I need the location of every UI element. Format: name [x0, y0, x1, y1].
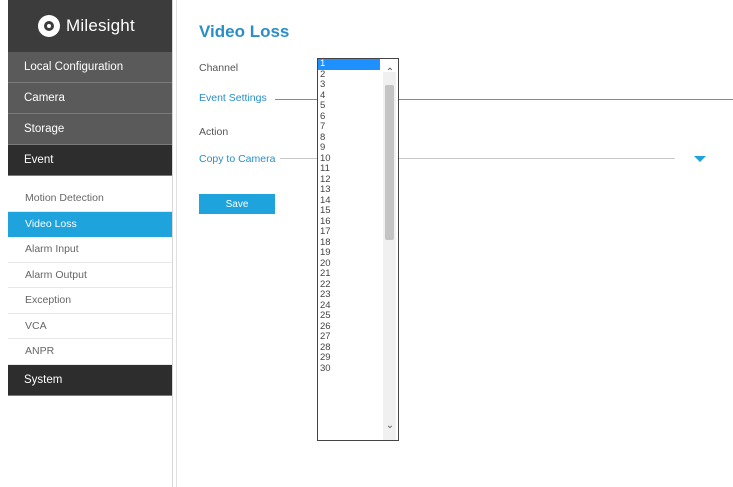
milesight-logo-icon [38, 15, 60, 37]
scroll-up-icon[interactable]: ⌃ [383, 67, 397, 79]
scroll-down-icon[interactable]: ⌄ [383, 420, 397, 432]
sidebar-subitem-alarm-input[interactable]: Alarm Input [8, 237, 172, 263]
sidebar-item-local-configuration[interactable]: Local Configuration [8, 52, 172, 83]
channel-option[interactable]: 1 [318, 59, 380, 70]
channel-label: Channel [199, 62, 239, 74]
brand-logo: Milesight [8, 0, 172, 52]
page-title: Video Loss [199, 22, 290, 41]
dropdown-scrollbar-thumb[interactable] [385, 85, 394, 240]
expand-triangle-icon[interactable] [694, 156, 706, 162]
brand-name: Milesight [66, 16, 135, 35]
sidebar-item-event[interactable]: Event [8, 145, 172, 176]
action-label: Action [199, 126, 229, 138]
sidebar-subitem-vca[interactable]: VCA [8, 314, 172, 339]
save-button[interactable]: Save [199, 194, 275, 214]
sidebar-subitem-alarm-output[interactable]: Alarm Output [8, 263, 172, 288]
sidebar: Milesight Local Configuration Camera Sto… [8, 0, 173, 487]
content-divider [176, 0, 177, 487]
copy-to-camera-toggle[interactable]: Copy to Camera [199, 153, 275, 165]
sidebar-item-system[interactable]: System [8, 364, 172, 396]
sidebar-subitem-anpr[interactable]: ANPR [8, 339, 172, 365]
sidebar-item-camera[interactable]: Camera [8, 83, 172, 114]
sidebar-subitem-motion-detection[interactable]: Motion Detection [8, 186, 172, 212]
sidebar-item-storage[interactable]: Storage [8, 114, 172, 145]
sidebar-subitem-exception[interactable]: Exception [8, 288, 172, 314]
event-settings-heading: Event Settings [199, 92, 267, 104]
sidebar-subitem-video-loss[interactable]: Video Loss [8, 211, 172, 237]
